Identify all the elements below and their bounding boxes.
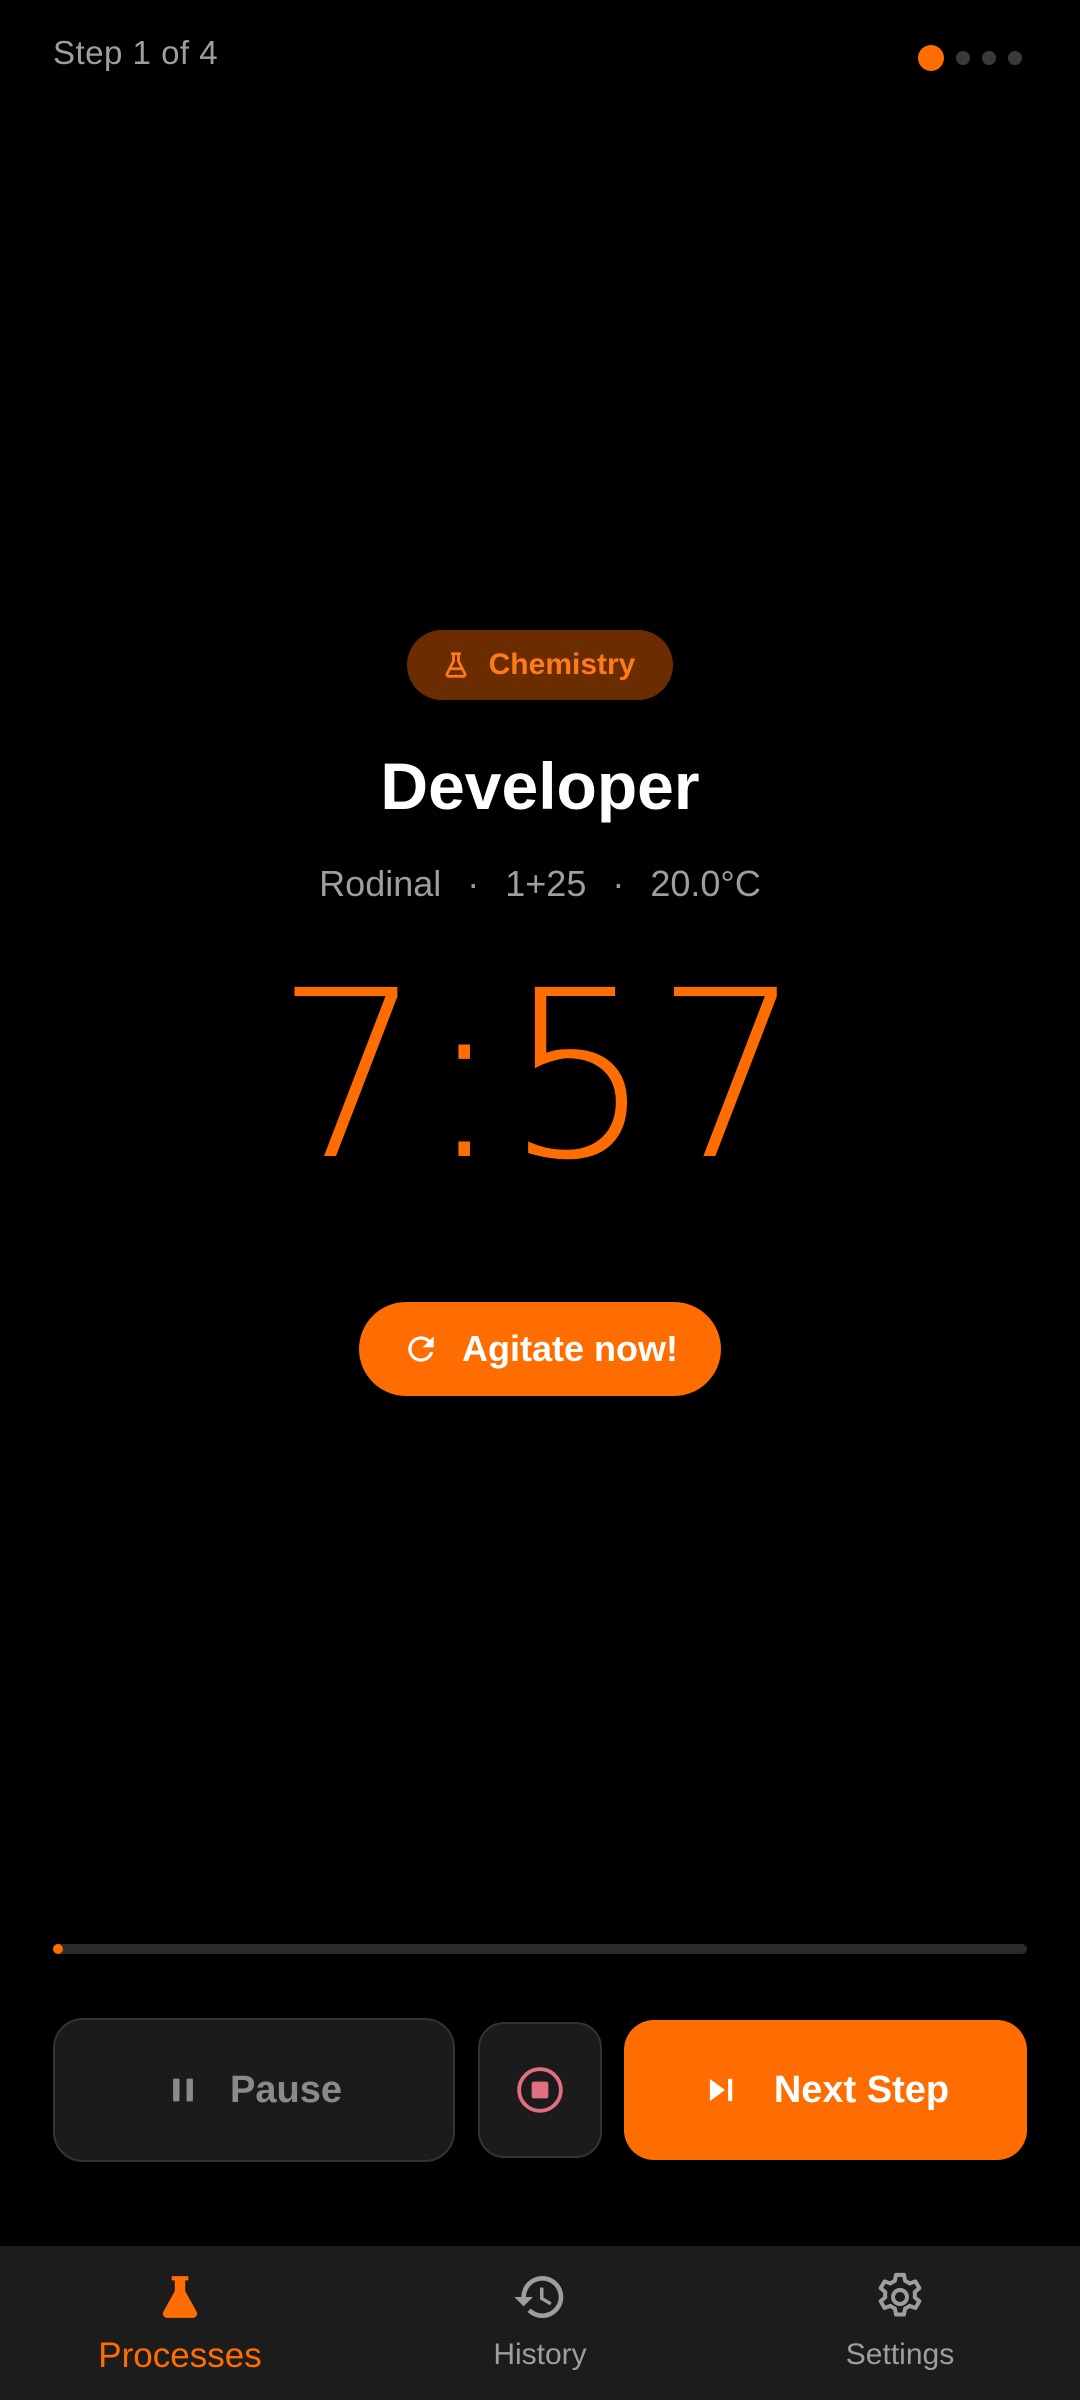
chemical-name: Rodinal	[319, 863, 442, 904]
step-progress-fill	[53, 1944, 63, 1954]
step-title: Developer	[380, 749, 700, 823]
flask-icon	[151, 2268, 209, 2326]
temperature: 20.0°C	[650, 863, 761, 904]
stop-button[interactable]	[478, 2022, 602, 2158]
dilution: 1+25	[505, 863, 587, 904]
countdown-timer: 7:57	[275, 941, 805, 1211]
nav-label-processes: Processes	[98, 2336, 262, 2375]
agitate-button[interactable]: Agitate now!	[359, 1302, 721, 1396]
next-step-button[interactable]: Next Step	[624, 2020, 1027, 2160]
step-label: Step 1 of 4	[53, 34, 219, 71]
pause-label: Pause	[230, 2068, 342, 2111]
pause-icon	[166, 2073, 200, 2107]
skip-next-icon	[702, 2071, 740, 2109]
step-details: Rodinal · 1+25 · 20.0°C	[0, 863, 1080, 905]
step-dot-active	[918, 45, 944, 71]
agitate-label: Agitate now!	[462, 1328, 678, 1369]
gear-icon	[871, 2268, 929, 2326]
step-dot	[956, 51, 970, 65]
flask-icon	[441, 650, 471, 680]
next-step-label: Next Step	[773, 2068, 950, 2111]
step-indicator-dots	[918, 45, 1022, 71]
refresh-icon	[402, 1330, 440, 1368]
step-dot	[1008, 51, 1022, 65]
step-progress-bar	[53, 1944, 1027, 1954]
pause-button[interactable]: Pause	[53, 2018, 455, 2162]
bottom-navigation: Processes History Settings	[0, 2246, 1080, 2400]
chemistry-chip: Chemistry	[407, 630, 673, 700]
nav-item-settings[interactable]: Settings	[720, 2246, 1080, 2400]
details-separator: ·	[467, 863, 480, 904]
chip-label: Chemistry	[488, 648, 636, 681]
nav-item-history[interactable]: History	[360, 2246, 720, 2400]
nav-label-history: History	[493, 2338, 587, 2371]
history-icon	[511, 2268, 569, 2326]
stop-circle-icon	[515, 2065, 565, 2115]
step-dot	[982, 51, 996, 65]
nav-label-settings: Settings	[845, 2338, 955, 2371]
nav-item-processes[interactable]: Processes	[0, 2246, 360, 2400]
details-separator: ·	[612, 863, 625, 904]
